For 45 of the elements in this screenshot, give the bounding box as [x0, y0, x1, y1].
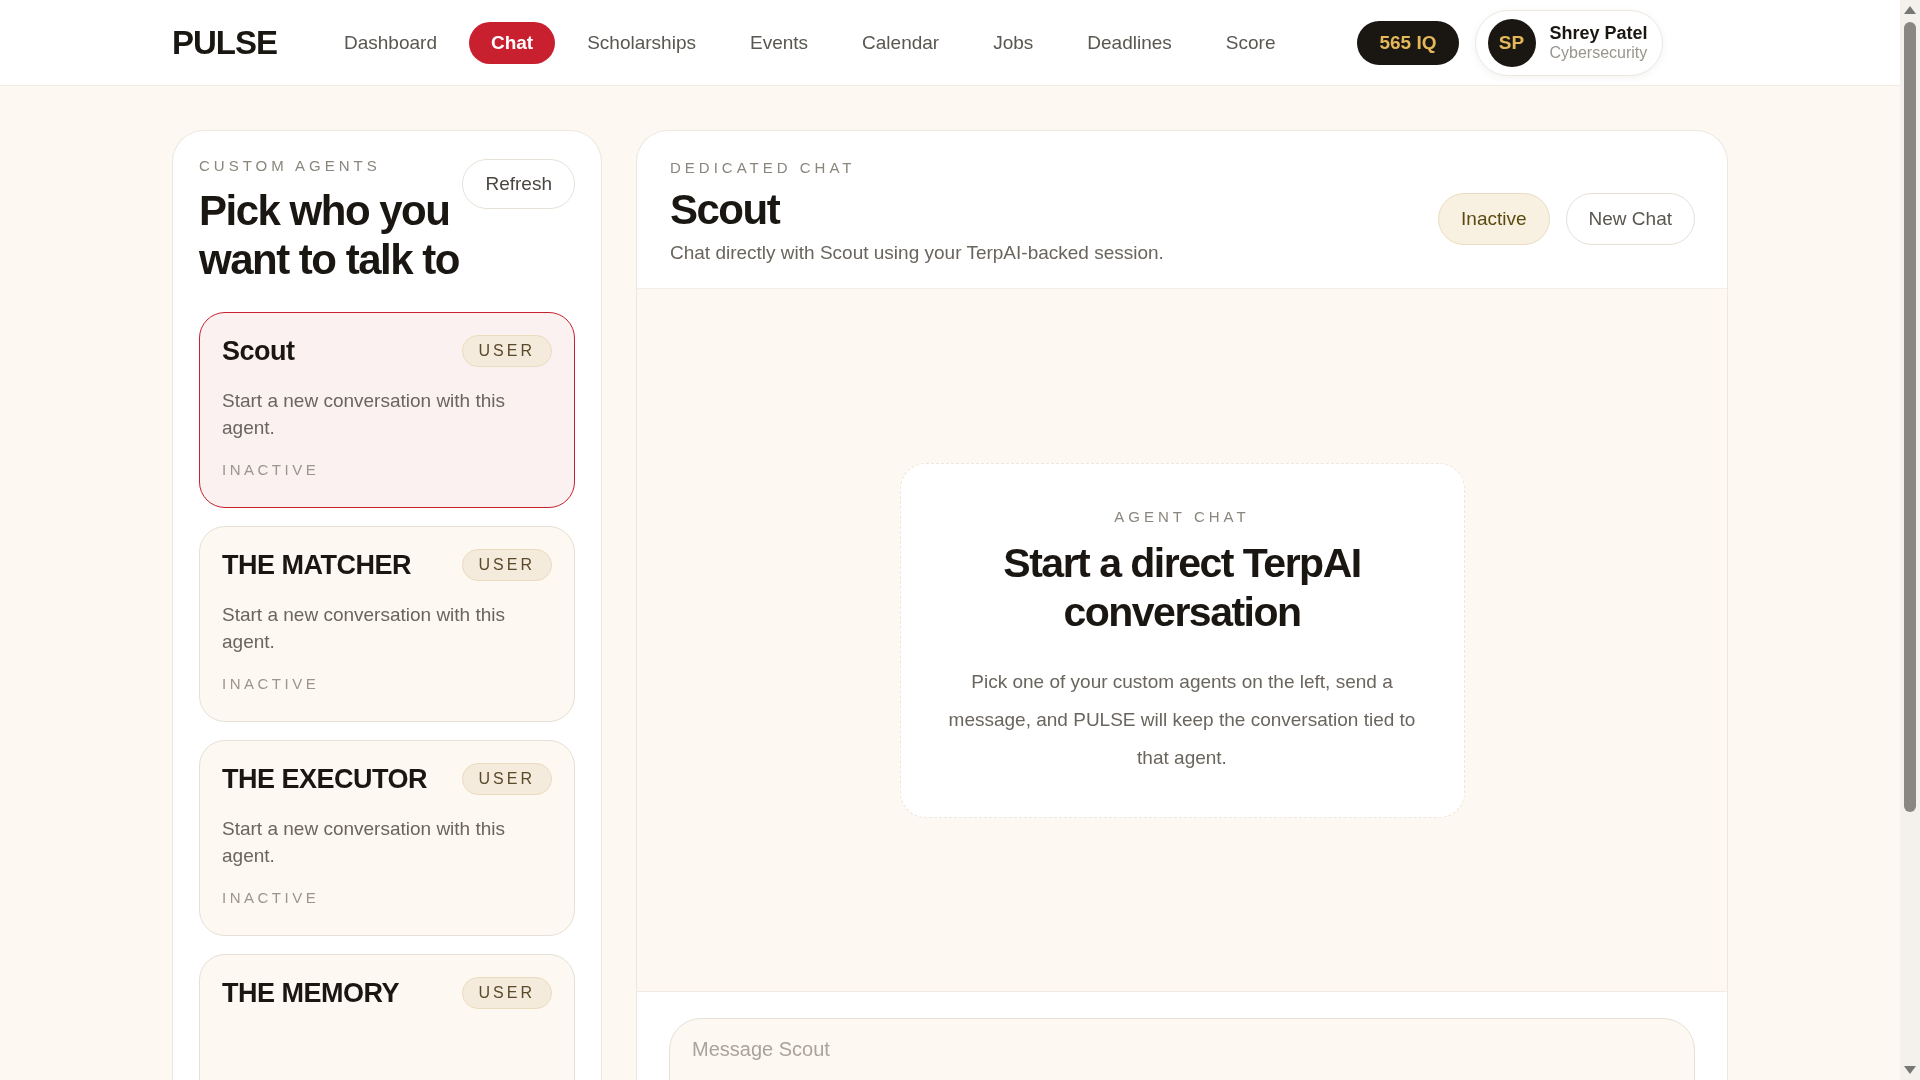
new-chat-button[interactable]: New Chat	[1565, 192, 1695, 245]
agent-card[interactable]: Scout USER Start a new conversation with this agent. INACTIVE	[199, 312, 575, 508]
empty-state-text: Pick one of your custom agents on the left, send a message, and PULSE will keep the conversation tied to that agent.	[947, 669, 1417, 770]
agent-description: Start a new conversation with this agent.	[222, 817, 507, 868]
chat-title: Scout	[670, 186, 781, 234]
message-input[interactable]: Message Scout	[669, 1018, 1695, 1080]
card-eyebrow: AGENT CHAT	[1114, 507, 1250, 525]
agent-card[interactable]: THE MATCHER USER Start a new conversation with this agent. INACTIVE	[199, 526, 575, 722]
user-name: Shrey Patel	[1549, 23, 1648, 44]
nav-link[interactable]: Jobs	[971, 21, 1056, 64]
agent-status: INACTIVE	[222, 889, 321, 906]
avatar-initials: SP	[1487, 18, 1536, 67]
agent-name: THE EXECUTOR	[222, 763, 428, 795]
section-eyebrow: CUSTOM AGENTS	[199, 157, 382, 174]
agent-name: THE MATCHER	[222, 549, 411, 581]
agent-type-tag: USER	[461, 549, 552, 581]
agent-card[interactable]: THE MEMORY USER	[199, 954, 575, 1080]
nav-link[interactable]: Dashboard	[322, 21, 459, 64]
user-subtitle: Cybersecurity	[1549, 44, 1648, 62]
nav-link[interactable]: Score	[1203, 21, 1298, 64]
agent-description: Start a new conversation with this agent.	[222, 603, 507, 654]
nav-link[interactable]: Calendar	[840, 21, 962, 64]
brand-logo[interactable]: PULSE	[172, 23, 322, 62]
agent-status: INACTIVE	[222, 461, 321, 478]
refresh-button[interactable]: Refresh	[462, 159, 575, 209]
score-badge[interactable]: 565 IQ	[1357, 20, 1459, 65]
panel-title: Pick who you want to talk to	[199, 186, 459, 284]
agent-type-tag: USER	[461, 335, 552, 367]
empty-state-title: Start a direct TerpAI conversation	[1002, 538, 1362, 637]
nav-link[interactable]: Chat	[468, 21, 556, 64]
nav-link[interactable]: Scholarships	[565, 21, 718, 64]
agent-status: INACTIVE	[222, 675, 321, 692]
nav-link[interactable]: Events	[727, 21, 831, 64]
section-eyebrow: DEDICATED CHAT	[670, 159, 857, 176]
agent-type-tag: USER	[461, 763, 552, 795]
nav-link[interactable]: Deadlines	[1065, 21, 1194, 64]
agent-name: Scout	[222, 335, 295, 367]
profile-card[interactable]: SP Shrey Patel Cybersecurity	[1474, 9, 1663, 76]
agent-card[interactable]: THE EXECUTOR USER Start a new conversation with this agent. INACTIVE	[199, 740, 575, 936]
agent-description: Start a new conversation with this agent.	[222, 389, 507, 440]
chat-subtitle: Chat directly with Scout using your TerpAI-backed session.	[670, 242, 1164, 264]
scrollbar[interactable]	[1900, 0, 1920, 1080]
agent-name: THE MEMORY	[222, 977, 399, 1009]
agent-type-tag: USER	[461, 977, 552, 1009]
status-pill: Inactive	[1438, 192, 1550, 245]
